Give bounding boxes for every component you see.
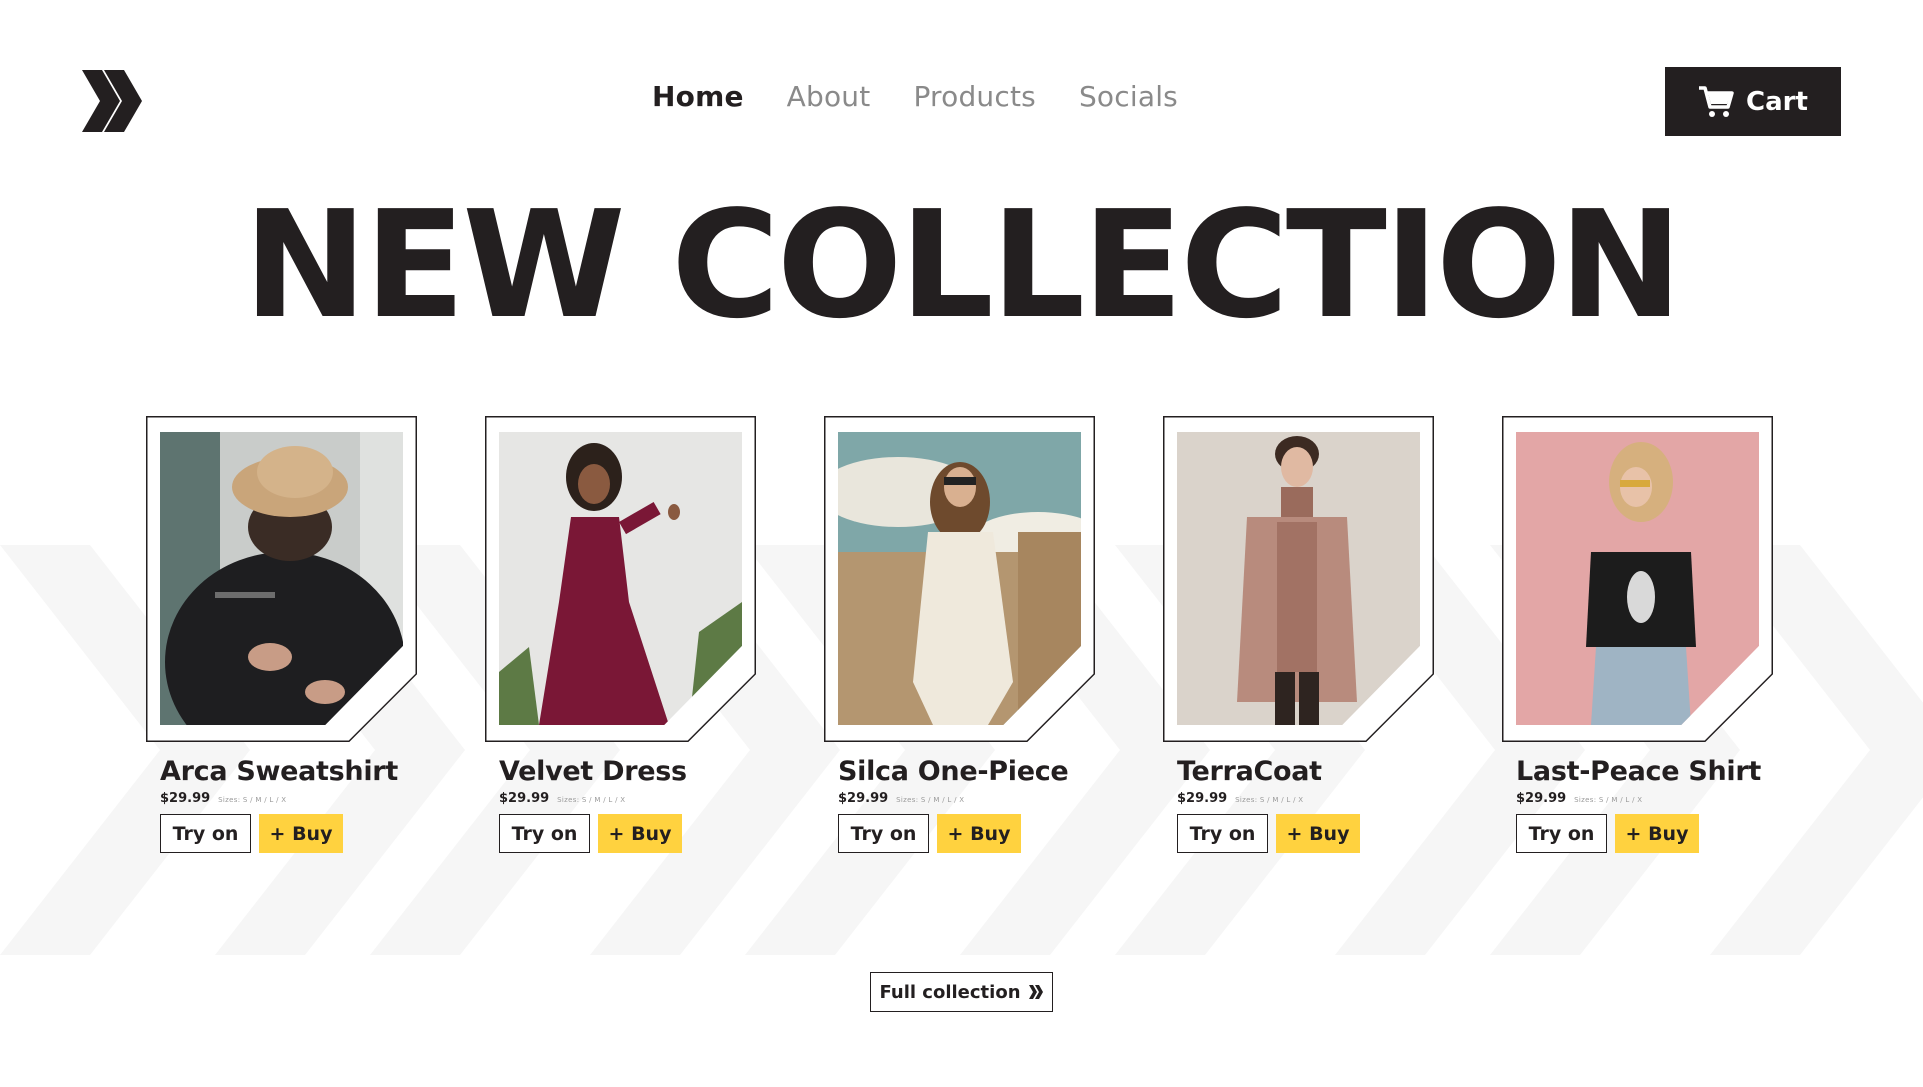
product-price: $29.99 <box>160 791 211 806</box>
buy-button[interactable]: + Buy <box>937 814 1021 853</box>
nav-home[interactable]: Home <box>652 80 744 113</box>
cart-button[interactable]: Cart <box>1665 67 1841 136</box>
product-photo <box>499 432 742 725</box>
shopping-cart-icon <box>1699 85 1734 117</box>
product-price: $29.99 <box>499 791 550 806</box>
product-sizes: Sizes: S / M / L / X <box>557 796 626 804</box>
product-sizes: Sizes: S / M / L / X <box>1235 796 1304 804</box>
product-name: TerraCoat <box>1177 756 1322 787</box>
product-card: Velvet Dress $29.99 Sizes: S / M / L / X… <box>485 416 756 853</box>
product-card: Arca Sweatshirt $29.99 Sizes: S / M / L … <box>146 416 417 853</box>
product-price: $29.99 <box>838 791 889 806</box>
product-image-frame[interactable] <box>146 416 417 742</box>
buy-button[interactable]: + Buy <box>259 814 343 853</box>
product-name: Last-Peace Shirt <box>1516 756 1761 787</box>
try-on-button[interactable]: Try on <box>1516 814 1607 853</box>
try-on-button[interactable]: Try on <box>1177 814 1268 853</box>
product-image-frame[interactable] <box>824 416 1095 742</box>
product-image-frame[interactable] <box>1502 416 1773 742</box>
product-image-frame[interactable] <box>1163 416 1434 742</box>
hero-title: NEW COLLECTION <box>243 179 1682 351</box>
cart-label: Cart <box>1746 86 1808 117</box>
full-collection-button[interactable]: Full collection <box>870 972 1053 1012</box>
try-on-button[interactable]: Try on <box>838 814 929 853</box>
buy-button[interactable]: + Buy <box>1276 814 1360 853</box>
try-on-button[interactable]: Try on <box>160 814 251 853</box>
product-image-frame[interactable] <box>485 416 756 742</box>
product-price: $29.99 <box>1177 791 1228 806</box>
main-nav: Home About Products Socials <box>652 80 1178 113</box>
brand-logo-icon[interactable] <box>82 70 142 132</box>
try-on-button[interactable]: Try on <box>499 814 590 853</box>
product-photo <box>838 432 1081 725</box>
nav-products[interactable]: Products <box>913 80 1036 113</box>
nav-about[interactable]: About <box>787 80 871 113</box>
product-list: Arca Sweatshirt $29.99 Sizes: S / M / L … <box>146 416 1773 853</box>
product-photo <box>1516 432 1759 725</box>
full-collection-label: Full collection <box>879 981 1021 1003</box>
product-photo <box>160 432 403 725</box>
product-sizes: Sizes: S / M / L / X <box>896 796 965 804</box>
product-name: Silca One-Piece <box>838 756 1069 787</box>
product-card: Silca One-Piece $29.99 Sizes: S / M / L … <box>824 416 1095 853</box>
product-sizes: Sizes: S / M / L / X <box>218 796 287 804</box>
buy-button[interactable]: + Buy <box>1615 814 1699 853</box>
product-photo <box>1177 432 1420 725</box>
product-sizes: Sizes: S / M / L / X <box>1574 796 1643 804</box>
nav-socials[interactable]: Socials <box>1079 80 1178 113</box>
buy-button[interactable]: + Buy <box>598 814 682 853</box>
product-name: Velvet Dress <box>499 756 687 787</box>
product-card: TerraCoat $29.99 Sizes: S / M / L / X Tr… <box>1163 416 1434 853</box>
product-price: $29.99 <box>1516 791 1567 806</box>
double-chevron-right-icon <box>1028 985 1043 999</box>
product-name: Arca Sweatshirt <box>160 756 398 787</box>
product-card: Last-Peace Shirt $29.99 Sizes: S / M / L… <box>1502 416 1773 853</box>
